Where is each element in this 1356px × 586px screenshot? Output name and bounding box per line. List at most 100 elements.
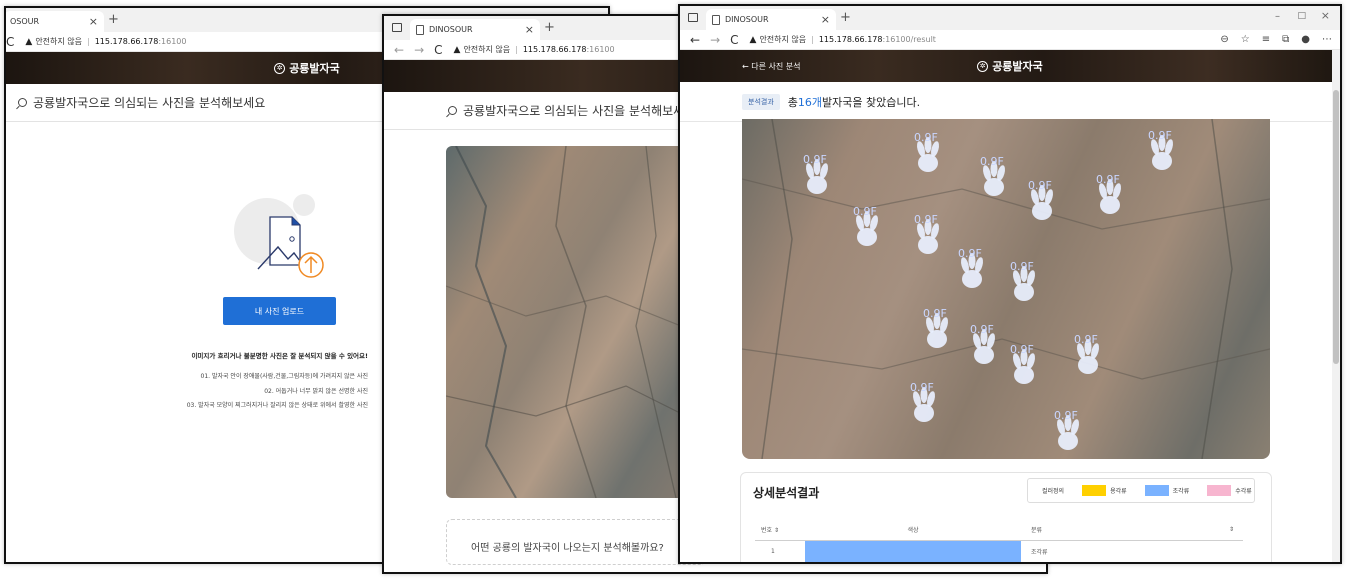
forward-icon[interactable]: → (710, 33, 720, 47)
legend-item: 수각류 (1235, 488, 1252, 495)
result-summary: 분석결과 총 16개 발자국을 찾았습니다. (680, 82, 1340, 122)
close-window-icon[interactable]: × (1321, 9, 1330, 22)
detail-result-panel: 상세분석결과 컬러정의 용각류 조각류 수각류 번호 ⇕ 색상 분류 ⇕ 1 조… (740, 472, 1272, 562)
reload-icon[interactable]: C (6, 35, 14, 49)
column-header-number[interactable]: 번호 ⇕ (755, 525, 805, 534)
footprint-marker: 0.9F (1074, 333, 1099, 374)
url-host: 115.178.66.178 (94, 37, 159, 46)
footprint-marker: 0.9F (980, 155, 1005, 196)
column-header-category: 분류 (1031, 527, 1043, 534)
browser-tab[interactable]: DINOSOUR × (410, 19, 540, 40)
row-number: 1 (771, 548, 775, 555)
url-path: :16100 (586, 45, 615, 54)
footprint-marker: 0.9F (803, 153, 828, 194)
footprint-marker: 0.9F (923, 307, 948, 348)
site-title: 공룡발자국 (992, 60, 1043, 73)
search-prompt-text: 공룡발자국으로 의심되는 사진을 분석해보세요 (463, 104, 696, 118)
footprint-label: 0.9F (910, 381, 934, 394)
insecure-label: 안전하지 않음 (759, 35, 807, 44)
favorite-icon[interactable]: ☆ (1241, 34, 1250, 45)
footprint-marker: 0.9F (1010, 343, 1035, 384)
footprint-label: 0.9F (1010, 260, 1034, 273)
result-suffix: 발자국을 찾았습니다. (822, 95, 921, 109)
insecure-label: 안전하지 않음 (35, 37, 83, 46)
new-tab-icon[interactable]: + (108, 12, 119, 27)
footprint-label: 0.9F (1028, 179, 1052, 192)
page-icon (712, 14, 720, 25)
footprint-label: 0.9F (958, 247, 982, 260)
footprint-label: 0.9F (853, 205, 877, 218)
warning-icon: ▲ (453, 44, 461, 55)
legend-item: 용각류 (1110, 488, 1127, 495)
close-tab-icon[interactable]: × (821, 13, 830, 26)
result-badge: 분석결과 (742, 93, 780, 110)
collections-icon[interactable]: ⧉ (1282, 34, 1289, 45)
footprint-overlay: 0.9F 0.9F 0.9F 0.9F 0.9F 0.9F 0.9F 0.9F 0.9F 0.9F… (742, 119, 1270, 459)
footprint-marker: 0.9F (1010, 260, 1035, 301)
address-bar[interactable]: ← → C ▲ 안전하지 않음 | 115.178.66.178 :16100/… (680, 30, 1340, 50)
detail-title: 상세분석결과 (753, 486, 820, 500)
tab-actions-icon[interactable] (392, 23, 402, 32)
forward-icon[interactable]: → (414, 43, 424, 57)
analyze-question-box[interactable]: 어떤 공룡의 발자국이 나오는지 분석해볼까요? (446, 519, 706, 565)
url-host: 115.178.66.178 (522, 45, 587, 54)
browser-toolbar: ⊖ ☆ ≡ ⧉ ● ⋯ (1220, 34, 1332, 45)
close-tab-icon[interactable]: × (525, 23, 534, 36)
warning-icon: ▲ (749, 34, 757, 45)
more-icon[interactable]: ⋯ (1322, 34, 1332, 45)
table-row: 1 조각류 (755, 540, 1243, 562)
tip-item: 03. 발자국 모양이 찌그러지거나 잘리지 않은 상태로 위에서 촬영한 사진 (186, 402, 368, 409)
search-icon (18, 98, 27, 107)
table-header: 번호 ⇕ 색상 분류 ⇕ (755, 519, 1243, 541)
maximize-icon[interactable]: □ (1297, 11, 1306, 21)
analyze-question-text: 어떤 공룡의 발자국이 나오는지 분석해볼까요? (471, 543, 664, 554)
uploaded-photo (446, 146, 706, 498)
footprint-label: 0.9F (1096, 173, 1120, 186)
minimize-icon[interactable]: – (1275, 11, 1280, 22)
tab-bar: DINOSOUR × + – □ × (680, 6, 1340, 30)
scrollbar[interactable] (1332, 50, 1340, 562)
favorites-list-icon[interactable]: ≡ (1262, 34, 1270, 45)
warning-icon: ▲ (25, 36, 33, 47)
footprint-label: 0.9F (923, 307, 947, 320)
result-photo: 0.9F 0.9F 0.9F 0.9F 0.9F 0.9F 0.9F 0.9F 0.9F 0.9F… (742, 119, 1270, 459)
search-icon (448, 106, 457, 115)
footprint-label: 0.9F (914, 131, 938, 144)
column-header-color: 색상 (907, 527, 919, 534)
back-icon[interactable]: ← (690, 33, 700, 47)
insecure-label: 안전하지 않음 (463, 45, 511, 54)
divider: | (515, 45, 518, 54)
color-legend: 컬러정의 용각류 조각류 수각류 (1027, 478, 1255, 503)
site-header: ← 다른 사진 분석 ✲ 공룡발자국 (680, 50, 1340, 82)
reload-icon[interactable]: C (434, 43, 442, 57)
footprint-marker: 0.9F (914, 131, 939, 172)
profile-icon[interactable]: ● (1301, 34, 1310, 45)
analyze-another-link[interactable]: ← 다른 사진 분석 (742, 61, 801, 72)
footprint-label: 0.9F (980, 155, 1004, 168)
row-color-swatch (805, 540, 1021, 562)
zoom-icon[interactable]: ⊖ (1220, 34, 1228, 45)
new-tab-icon[interactable]: + (840, 10, 851, 25)
detail-table: 번호 ⇕ 색상 분류 ⇕ 1 조각류 (755, 519, 1243, 562)
legend-swatch (1207, 485, 1232, 496)
footprint-label: 0.9F (803, 153, 827, 166)
scrollbar-thumb[interactable] (1333, 90, 1339, 364)
url-path: :16100 (158, 37, 187, 46)
close-tab-icon[interactable]: × (89, 15, 98, 28)
row-category: 조각류 (1031, 549, 1048, 556)
reload-icon[interactable]: C (730, 33, 738, 47)
tip-item: 02. 어둡거나 너무 밝지 않은 선명한 사진 (264, 388, 368, 395)
browser-tab[interactable]: DINOSOUR × (706, 9, 836, 30)
divider: | (87, 37, 90, 46)
new-tab-icon[interactable]: + (544, 20, 555, 35)
tab-title: DINOSOUR (429, 25, 473, 34)
legend-swatch (1082, 485, 1107, 496)
browser-tab[interactable]: OSOUR × (6, 11, 104, 32)
footprint-label: 0.9F (1054, 409, 1078, 422)
upload-photo-button[interactable]: 내 사진 업로드 (223, 297, 336, 325)
sort-icon[interactable]: ⇕ (1229, 526, 1243, 533)
back-icon[interactable]: ← (394, 43, 404, 57)
tab-actions-icon[interactable] (688, 13, 698, 22)
logo-icon: ✲ (274, 62, 286, 74)
site-title: 공룡발자국 (289, 62, 340, 75)
